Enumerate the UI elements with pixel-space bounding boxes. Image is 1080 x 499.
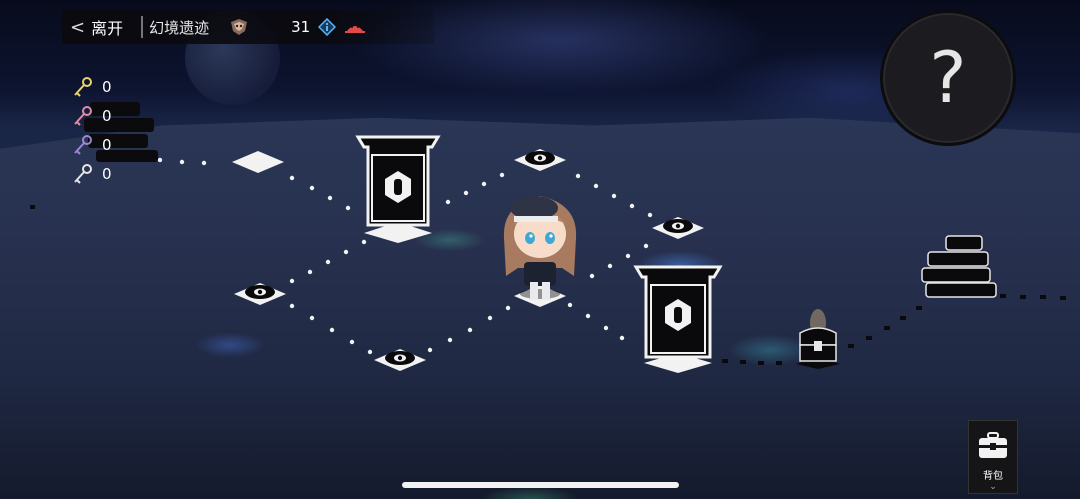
wall-block-icon-right [921, 235, 997, 298]
area-name: 幻境遗迹 [149, 18, 210, 37]
key-row-gold: 0 [72, 72, 112, 101]
info-diamond-icon[interactable] [318, 18, 337, 36]
question-mark-icon: ? [929, 37, 967, 119]
white-key-icon [74, 163, 92, 184]
empty-tile[interactable] [232, 151, 284, 173]
backpack-label: 背包 [983, 471, 1003, 482]
chevron-left-icon: < [70, 16, 86, 38]
top-bar: < 离开 幻境遗迹 31 [62, 10, 434, 44]
key-row-white: 0 [72, 159, 112, 188]
backpack-icon [979, 432, 1007, 458]
chevron-down-icon: ⌄ [989, 482, 997, 492]
separator [141, 16, 144, 38]
currency-count: 31 [291, 18, 311, 36]
eye-node-top[interactable] [514, 149, 566, 171]
key-row-purple: 0 [72, 130, 112, 159]
treasure-chest-icon[interactable] [796, 309, 840, 369]
key-count-purple: 0 [102, 135, 112, 154]
home-indicator[interactable] [402, 482, 679, 488]
crab-status-icon [345, 26, 366, 33]
leave-label: 离开 [91, 19, 124, 38]
pink-key-icon [74, 105, 92, 126]
eye-node-bottom[interactable] [374, 349, 426, 371]
key-count-white: 0 [102, 164, 112, 183]
backpack-button[interactable]: 背包 ⌄ [968, 420, 1018, 494]
eye-node-left[interactable] [234, 283, 286, 305]
gate-node-1[interactable] [355, 135, 441, 243]
leave-button[interactable]: < 离开 [62, 10, 141, 44]
key-count-gold: 0 [102, 77, 112, 96]
gate-node-2[interactable] [633, 265, 723, 373]
key-inventory: 0 0 0 0 [72, 72, 112, 188]
help-button[interactable]: ? [880, 10, 1016, 146]
key-row-pink: 0 [72, 101, 112, 130]
player-character [503, 196, 577, 300]
gold-key-icon [74, 76, 92, 97]
key-count-pink: 0 [102, 106, 112, 125]
purple-key-icon [74, 134, 92, 155]
mask-currency-icon [231, 19, 248, 35]
eye-node-right[interactable] [652, 217, 704, 239]
